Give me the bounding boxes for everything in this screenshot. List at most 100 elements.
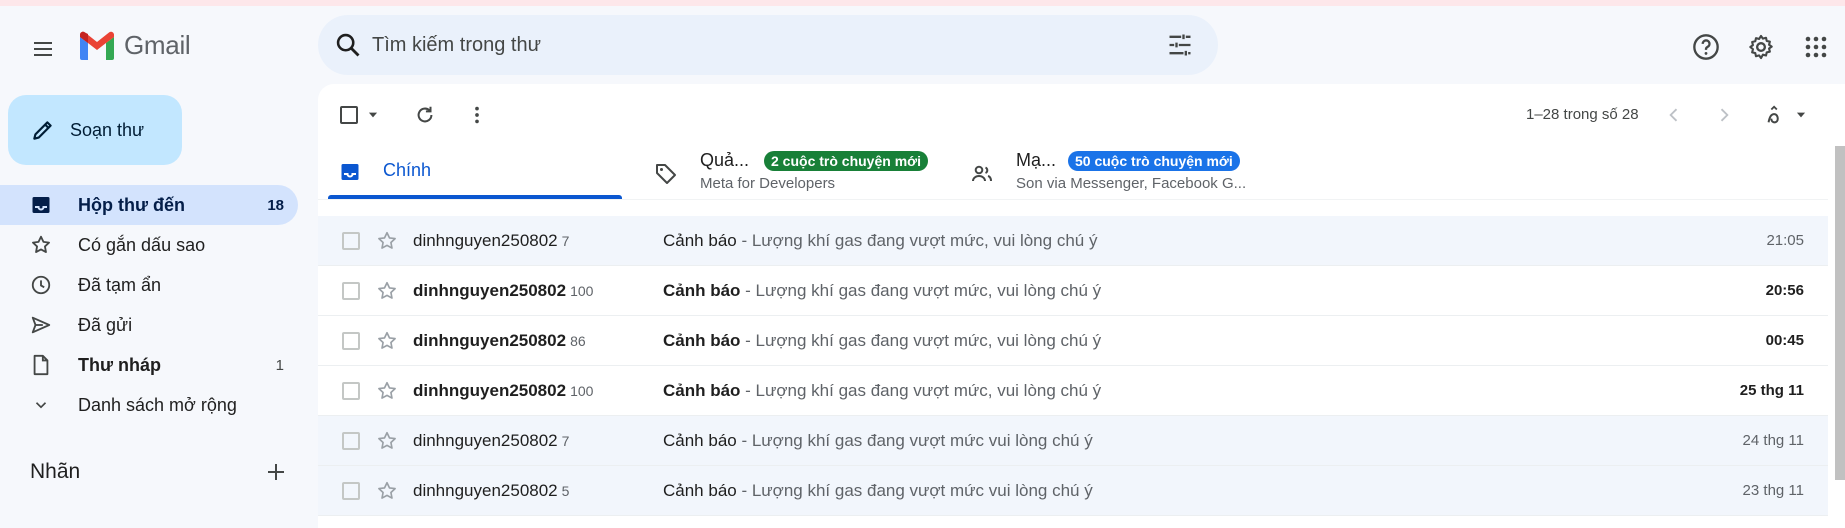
sidebar-item-sent[interactable]: Đã gửi bbox=[0, 305, 298, 345]
caret-down-icon bbox=[368, 112, 378, 118]
row-checkbox[interactable] bbox=[342, 282, 360, 300]
tab-subtitle: Son via Messenger, Facebook G... bbox=[1016, 175, 1247, 192]
email-date: 00:45 bbox=[1765, 332, 1804, 349]
email-date: 23 thg 11 bbox=[1742, 482, 1804, 499]
sidebar-item-count: 18 bbox=[267, 196, 284, 214]
checkbox-icon bbox=[340, 106, 358, 124]
refresh-button[interactable] bbox=[414, 104, 436, 126]
sidebar-item-snoozed[interactable]: Đã tạm ẩn bbox=[0, 265, 298, 305]
chevron-right-icon bbox=[1720, 108, 1729, 122]
email-date: 20:56 bbox=[1765, 282, 1804, 299]
email-row[interactable]: dinhnguyen250802 100 Cảnh báo - Lượng khí… bbox=[318, 266, 1828, 316]
email-sender: dinhnguyen250802 100 bbox=[413, 380, 594, 400]
star-icon[interactable] bbox=[376, 230, 398, 252]
apps-button[interactable] bbox=[1799, 30, 1833, 64]
email-sender: dinhnguyen250802 7 bbox=[413, 430, 570, 450]
sidebar-item-drafts[interactable]: Thư nháp 1 bbox=[0, 345, 298, 385]
inbox-icon bbox=[30, 194, 52, 216]
header: Gmail bbox=[0, 6, 1845, 84]
star-icon[interactable] bbox=[376, 380, 398, 402]
more-vert-icon bbox=[475, 106, 479, 124]
email-snippet: - Lượng khí gas đang vượt mức vui lòng c… bbox=[736, 480, 1093, 500]
email-date: 25 thg 11 bbox=[1739, 382, 1804, 399]
sidebar-item-label: Thư nháp bbox=[78, 354, 162, 375]
row-checkbox[interactable] bbox=[342, 432, 360, 450]
email-snippet: - Lượng khí gas đang vượt mức, vui lòng … bbox=[740, 280, 1102, 300]
scrollbar[interactable] bbox=[1835, 146, 1845, 480]
input-tools-button[interactable] bbox=[1764, 104, 1808, 126]
sidebar-nav: Hộp thư đến 18 Có gắn dấu sao Đã tạm ẩn … bbox=[0, 185, 298, 425]
thread-count: 7 bbox=[561, 432, 570, 449]
sidebar-item-starred[interactable]: Có gắn dấu sao bbox=[0, 225, 298, 265]
email-subject: Cảnh báo - Lượng khí gas đang vượt mức, … bbox=[663, 280, 1102, 300]
category-tabs: Chính Quả... 2 cuộc trò chuyện mới Meta … bbox=[318, 144, 1828, 200]
tab-label: Mạ... bbox=[1016, 150, 1057, 170]
row-checkbox[interactable] bbox=[342, 332, 360, 350]
new-conversations-badge: 2 cuộc trò chuyện mới bbox=[764, 151, 928, 171]
inbox-icon bbox=[341, 164, 359, 180]
email-row[interactable]: dinhnguyen250802 7 Cảnh báo - Lượng khí g… bbox=[318, 216, 1828, 266]
sidebar: Soạn thư Hộp thư đến 18 Có gắn dấu sao Đ… bbox=[0, 84, 310, 528]
star-icon[interactable] bbox=[376, 480, 398, 502]
sidebar-item-inbox[interactable]: Hộp thư đến 18 bbox=[0, 185, 298, 225]
email-subject: Cảnh báo - Lượng khí gas đang vượt mức v… bbox=[663, 480, 1093, 500]
thread-count: 5 bbox=[561, 482, 570, 499]
plus-icon bbox=[268, 464, 284, 480]
search-icon[interactable] bbox=[334, 31, 362, 59]
search-bar bbox=[318, 15, 1218, 75]
star-icon[interactable] bbox=[376, 280, 398, 302]
email-row[interactable]: dinhnguyen250802 5 Cảnh báo - Lượng khí g… bbox=[318, 466, 1828, 516]
thread-count: 7 bbox=[561, 232, 570, 249]
email-date: 24 thg 11 bbox=[1742, 432, 1804, 449]
tab-primary[interactable]: Chính bbox=[318, 144, 628, 200]
refresh-icon bbox=[417, 106, 433, 123]
email-subject: Cảnh báo - Lượng khí gas đang vượt mức v… bbox=[663, 430, 1093, 450]
star-icon bbox=[30, 234, 52, 256]
sidebar-item-label: Danh sách mở rộng bbox=[78, 394, 237, 415]
row-checkbox[interactable] bbox=[342, 382, 360, 400]
chevron-down-icon bbox=[30, 394, 52, 416]
email-subject: Cảnh báo - Lượng khí gas đang vượt mức, … bbox=[663, 330, 1102, 350]
prev-page-button[interactable] bbox=[1664, 105, 1684, 125]
tab-social[interactable]: Mạ... 50 cuộc trò chuyện mới Son via Mes… bbox=[950, 144, 1280, 200]
email-sender: dinhnguyen250802 7 bbox=[413, 230, 570, 250]
main-menu-button[interactable] bbox=[22, 28, 64, 70]
next-page-button[interactable] bbox=[1714, 105, 1734, 125]
star-icon[interactable] bbox=[376, 430, 398, 452]
email-row[interactable]: dinhnguyen250802 100 Cảnh báo - Lượng khí… bbox=[318, 366, 1828, 416]
tab-promotions[interactable]: Quả... 2 cuộc trò chuyện mới Meta for De… bbox=[634, 144, 944, 200]
email-row[interactable]: dinhnguyen250802 7 Cảnh báo - Lượng khí g… bbox=[318, 416, 1828, 466]
tab-label: Chính bbox=[383, 160, 432, 180]
email-snippet: - Lượng khí gas đang vượt mức, vui lòng … bbox=[740, 380, 1102, 400]
help-button[interactable] bbox=[1689, 30, 1723, 64]
row-checkbox[interactable] bbox=[342, 232, 360, 250]
new-conversations-badge: 50 cuộc trò chuyện mới bbox=[1068, 151, 1240, 171]
star-icon[interactable] bbox=[376, 330, 398, 352]
main-panel: 1–28 trong số 28 Chính Quả... 2 cuộc trò… bbox=[318, 84, 1845, 528]
sidebar-item-count: 1 bbox=[275, 356, 284, 374]
labels-heading: Nhãn bbox=[30, 460, 81, 483]
settings-button[interactable] bbox=[1744, 30, 1778, 64]
search-input[interactable] bbox=[372, 25, 1132, 65]
help-icon bbox=[1693, 34, 1719, 60]
tab-subtitle: Meta for Developers bbox=[700, 175, 836, 192]
draft-icon bbox=[30, 354, 52, 376]
search-options-icon[interactable] bbox=[1166, 31, 1194, 59]
select-all-checkbox[interactable] bbox=[340, 106, 380, 124]
compose-label: Soạn thư bbox=[70, 119, 145, 140]
gmail-m-icon bbox=[80, 31, 114, 60]
clock-icon bbox=[30, 274, 52, 296]
add-label-button[interactable] bbox=[264, 460, 288, 489]
email-row[interactable]: dinhnguyen250802 86 Cảnh báo - Lượng khí … bbox=[318, 316, 1828, 366]
pagination-text: 1–28 trong số 28 bbox=[1526, 106, 1639, 123]
email-snippet: - Lượng khí gas đang vượt mức, vui lòng … bbox=[740, 330, 1102, 350]
more-actions-button[interactable] bbox=[466, 104, 488, 126]
sidebar-item-more[interactable]: Danh sách mở rộng bbox=[0, 385, 298, 425]
gmail-logo[interactable]: Gmail bbox=[78, 30, 191, 61]
app-name: Gmail bbox=[124, 30, 191, 60]
email-list: dinhnguyen250802 7 Cảnh báo - Lượng khí g… bbox=[318, 216, 1828, 516]
compose-button[interactable]: Soạn thư bbox=[8, 95, 182, 165]
menu-icon bbox=[34, 42, 52, 56]
chevron-left-icon bbox=[1669, 108, 1678, 122]
row-checkbox[interactable] bbox=[342, 482, 360, 500]
